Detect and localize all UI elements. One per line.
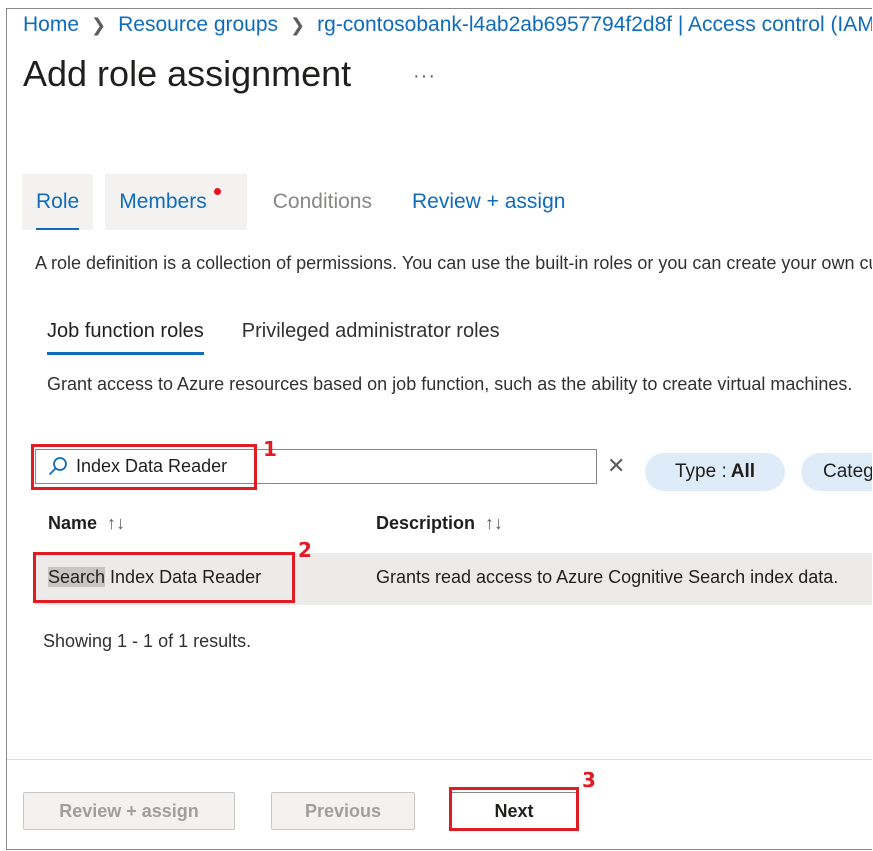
tab-members-label: Members xyxy=(119,190,207,213)
chevron-right-icon: ❯ xyxy=(91,14,107,35)
tab-review-assign[interactable]: Review + assign xyxy=(398,174,580,230)
role-description-cell: Grants read access to Azure Cognitive Se… xyxy=(376,567,839,587)
tab-job-function-roles[interactable]: Job function roles xyxy=(47,311,204,355)
more-options-icon[interactable]: ··· xyxy=(413,65,436,88)
callout-number: 1 xyxy=(263,437,277,461)
wizard-tabs: Role Members Conditions Review + assign xyxy=(22,174,579,230)
chevron-right-icon: ❯ xyxy=(290,14,306,35)
role-type-tabs: Job function roles Privileged administra… xyxy=(47,311,500,355)
type-filter-label: Type : xyxy=(674,461,727,482)
tab-members[interactable]: Members xyxy=(105,174,247,230)
page-title: Add role assignment xyxy=(23,53,352,94)
breadcrumb-current-link[interactable]: rg-contosobank-l4ab2ab6957794f2d8f | Acc… xyxy=(317,13,872,37)
add-role-assignment-blade: Home ❯ Resource groups ❯ rg-contosobank-… xyxy=(6,8,872,850)
role-definition-description: A role definition is a collection of per… xyxy=(35,253,872,273)
column-header-name[interactable]: Name ↑↓ xyxy=(48,513,125,534)
type-filter-pill[interactable]: Type : All xyxy=(645,453,785,491)
callout-number: 3 xyxy=(582,768,596,792)
footer-divider xyxy=(7,759,872,760)
review-assign-button[interactable]: Review + assign xyxy=(23,792,235,830)
tab-privileged-administrator-roles[interactable]: Privileged administrator roles xyxy=(242,311,500,351)
type-filter-value: All xyxy=(730,461,756,482)
callout-box-search xyxy=(31,444,257,490)
tab-role[interactable]: Role xyxy=(22,174,94,230)
results-count: Showing 1 - 1 of 1 results. xyxy=(43,631,252,651)
column-header-description[interactable]: Description ↑↓ xyxy=(376,513,503,534)
required-dot-icon xyxy=(213,188,221,195)
breadcrumb-home-link[interactable]: Home xyxy=(23,13,79,37)
breadcrumb-resource-groups-link[interactable]: Resource groups xyxy=(118,13,278,37)
job-function-description: Grant access to Azure resources based on… xyxy=(47,374,853,394)
callout-box-next xyxy=(449,787,579,831)
category-filter-pill[interactable]: Category xyxy=(801,453,872,491)
clear-search-icon[interactable]: ✕ xyxy=(607,453,625,479)
sort-icon[interactable]: ↑↓ xyxy=(107,513,125,534)
callout-box-role-row xyxy=(33,552,295,603)
column-header-description-label: Description xyxy=(376,513,476,533)
previous-button[interactable]: Previous xyxy=(271,792,415,830)
callout-number: 2 xyxy=(298,538,312,562)
breadcrumb: Home ❯ Resource groups ❯ rg-contosobank-… xyxy=(23,13,872,37)
tab-conditions: Conditions xyxy=(272,190,372,213)
column-header-name-label: Name xyxy=(48,513,98,533)
category-filter-label: Category xyxy=(823,461,872,482)
sort-icon[interactable]: ↑↓ xyxy=(485,513,503,534)
